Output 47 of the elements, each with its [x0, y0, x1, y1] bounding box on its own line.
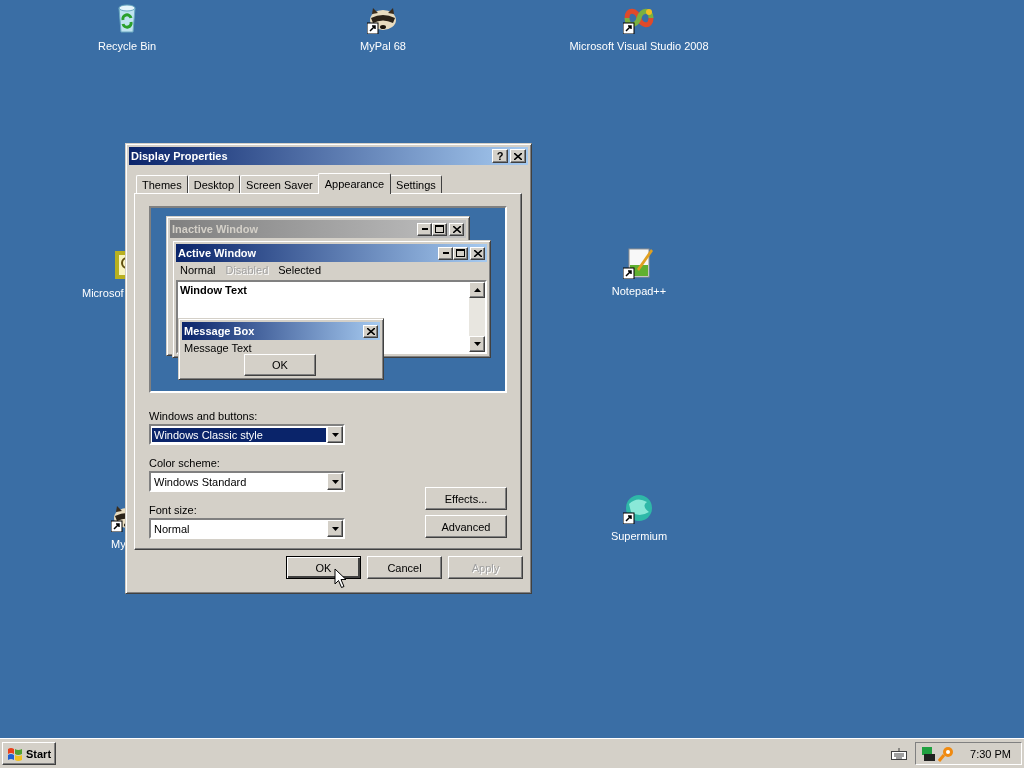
window-text: Window Text [179, 283, 248, 298]
field-label: Windows and buttons: [149, 410, 259, 424]
close-icon [449, 222, 464, 236]
desktop-icon-label[interactable]: Supermium [610, 530, 668, 542]
field-label: Color scheme: [149, 457, 221, 471]
close-button[interactable] [510, 149, 526, 163]
help-button[interactable]: ? [492, 149, 508, 163]
dialog-button[interactable]: Advanced [425, 515, 507, 538]
minimize-icon [417, 222, 432, 236]
close-icon [363, 324, 378, 338]
tab[interactable]: Themes [136, 175, 188, 193]
notepad-icon[interactable] [623, 247, 655, 279]
clock[interactable]: 7:30 PM [970, 747, 1011, 760]
field-label: Font size: [149, 504, 198, 518]
message-box-title: Message Box [184, 325, 255, 337]
dropdown[interactable]: Windows Classic style [149, 424, 345, 445]
ok-button-preview: OK [244, 354, 316, 376]
close-icon [514, 152, 522, 160]
desktop-icon-label[interactable]: Notepad++ [611, 285, 667, 297]
window-title: Display Properties [131, 150, 228, 162]
desktop-icon-label[interactable]: MyPal 68 [360, 40, 406, 52]
maximize-icon [432, 222, 447, 236]
dropdown[interactable]: Normal [149, 518, 345, 539]
start-button[interactable]: Start [2, 742, 57, 765]
close-icon [470, 246, 485, 260]
desktop-icon-label[interactable]: My [111, 538, 126, 550]
desktop-icon-label[interactable]: Microsof [82, 287, 124, 299]
globe-icon[interactable] [623, 492, 655, 524]
dropdown[interactable]: Windows Standard [149, 471, 345, 492]
network-icon[interactable] [920, 745, 937, 762]
minimize-icon [438, 246, 453, 260]
mouse-cursor-icon [334, 568, 347, 589]
keyboard-icon[interactable] [891, 747, 908, 760]
desktop-icon-label[interactable]: Recycle Bin [97, 40, 157, 52]
windows-logo-icon [7, 746, 23, 761]
tab[interactable]: Desktop [187, 175, 241, 193]
desktop-icon-label[interactable]: Microsoft Visual Studio 2008 [569, 40, 709, 52]
inactive-window-title: Inactive Window [172, 223, 259, 235]
active-window-title: Active Window [178, 247, 257, 259]
tab[interactable]: Appearance [317, 173, 392, 194]
message-text: Message Text [183, 341, 253, 354]
maximize-icon [453, 246, 468, 260]
tab[interactable]: Settings [390, 175, 442, 193]
dialog-button[interactable]: OK [286, 556, 361, 579]
tab[interactable]: Screen Saver [240, 175, 319, 193]
dialog-button[interactable]: Cancel [367, 556, 442, 579]
dialog-button[interactable]: Effects... [425, 487, 507, 510]
